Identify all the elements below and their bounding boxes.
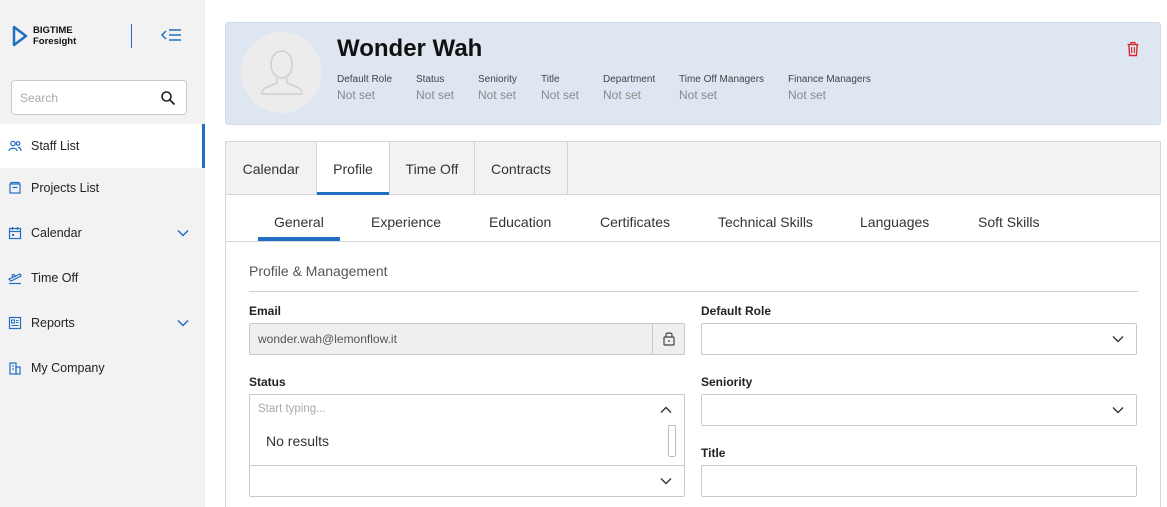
- profile-header: Wonder Wah Default Role Not set Status N…: [225, 22, 1161, 125]
- tab-calendar[interactable]: Calendar: [226, 142, 317, 195]
- no-results-message: No results: [266, 433, 330, 449]
- subtab-languages[interactable]: Languages: [860, 214, 929, 230]
- subtab-experience[interactable]: Experience: [371, 214, 441, 230]
- tab-contracts[interactable]: Contracts: [475, 142, 568, 195]
- people-icon: [8, 140, 22, 152]
- profile-content: General Experience Education Certificate…: [225, 195, 1161, 507]
- report-icon: [8, 316, 22, 330]
- meta-finance-managers: Finance Managers Not set: [788, 74, 871, 102]
- brand-logo[interactable]: BIGTIME Foresight: [12, 24, 76, 48]
- calendar-icon: [8, 227, 22, 240]
- collapse-menu-icon[interactable]: [160, 26, 182, 44]
- brand-line2: Foresight: [33, 36, 77, 47]
- section-title: Profile & Management: [249, 263, 388, 279]
- seniority-label: Seniority: [701, 375, 753, 389]
- meta-value: Not set: [416, 88, 455, 102]
- meta-seniority: Seniority Not set: [478, 74, 517, 102]
- lock-icon: [663, 332, 675, 346]
- meta-label: Status: [416, 74, 445, 85]
- seniority-select[interactable]: [701, 394, 1137, 426]
- building-icon: [9, 362, 21, 375]
- sidebar-item-label: Time Off: [31, 271, 79, 285]
- meta-time-off-managers: Time Off Managers Not set: [679, 74, 764, 102]
- meta-status: Status Not set: [416, 74, 454, 102]
- sidebar-item-label: Projects List: [31, 181, 100, 195]
- search-icon[interactable]: [160, 90, 176, 106]
- dropdown-scrollbar[interactable]: [668, 425, 676, 457]
- subtab-soft-skills[interactable]: Soft Skills: [978, 214, 1039, 230]
- title-input[interactable]: [701, 465, 1137, 497]
- logo-divider: [131, 24, 132, 48]
- status-label: Status: [249, 375, 286, 389]
- user-name: Wonder Wah: [337, 35, 483, 62]
- logo-icon: [12, 25, 28, 47]
- default-role-label: Default Role: [701, 304, 772, 318]
- chevron-down-icon: [1112, 336, 1124, 343]
- subtab-certificates[interactable]: Certificates: [600, 214, 670, 230]
- meta-label: Title: [541, 74, 560, 85]
- chevron-down-icon[interactable]: [177, 229, 189, 237]
- email-value: wonder.wah@lemonflow.it: [258, 332, 397, 346]
- status-dropdown: No results: [249, 394, 685, 466]
- chevron-down-icon: [660, 478, 672, 485]
- meta-value: Not set: [788, 88, 827, 102]
- main-tabs: Calendar Profile Time Off Contracts: [225, 141, 1161, 195]
- meta-default-role: Default Role Not set: [337, 74, 392, 102]
- subtab-technical-skills[interactable]: Technical Skills: [718, 214, 813, 230]
- title-label: Title: [701, 446, 726, 460]
- default-role-select[interactable]: [701, 323, 1137, 355]
- meta-label: Department: [603, 74, 656, 85]
- meta-value: Not set: [603, 88, 642, 102]
- meta-value: Not set: [541, 88, 580, 102]
- subtab-education[interactable]: Education: [489, 214, 551, 230]
- subtab-general[interactable]: General: [274, 214, 324, 230]
- plane-icon: [8, 273, 22, 285]
- sidebar-item-label: Reports: [31, 316, 75, 330]
- sidebar-item-label: Staff List: [31, 139, 80, 153]
- tab-time-off[interactable]: Time Off: [390, 142, 475, 195]
- active-subtab-indicator: [258, 237, 340, 241]
- search-box: [11, 80, 187, 115]
- sidebar: BIGTIME Foresight Staff List Proj: [0, 0, 205, 507]
- brand-line1: BIGTIME: [33, 25, 73, 36]
- meta-label: Seniority: [478, 74, 517, 85]
- trash-icon[interactable]: [1126, 41, 1140, 57]
- meta-label: Default Role: [337, 74, 393, 85]
- sidebar-item-my-company[interactable]: My Company: [0, 346, 205, 390]
- status-select[interactable]: [249, 465, 685, 497]
- meta-value: Not set: [337, 88, 376, 102]
- sidebar-item-staff-list[interactable]: Staff List: [0, 124, 205, 168]
- meta-value: Not set: [478, 88, 517, 102]
- sub-tabs: General Experience Education Certificate…: [226, 195, 1160, 242]
- meta-label: Finance Managers: [788, 74, 871, 85]
- sidebar-item-projects-list[interactable]: Projects List: [0, 166, 205, 210]
- meta-department: Department Not set: [603, 74, 655, 102]
- status-search-input[interactable]: [258, 403, 638, 415]
- lock-cell: [652, 324, 684, 354]
- user-placeholder-icon: [261, 50, 303, 95]
- sidebar-item-label: Calendar: [31, 226, 82, 240]
- email-field[interactable]: wonder.wah@lemonflow.it: [249, 323, 685, 355]
- meta-label: Time Off Managers: [679, 74, 765, 85]
- section-divider: [249, 291, 1138, 292]
- chevron-up-icon[interactable]: [660, 406, 672, 414]
- chevron-down-icon: [1112, 407, 1124, 414]
- sidebar-item-reports[interactable]: Reports: [0, 301, 205, 345]
- email-label: Email: [249, 304, 282, 318]
- folder-icon: [9, 181, 21, 194]
- sidebar-item-calendar[interactable]: Calendar: [0, 211, 205, 255]
- avatar[interactable]: [241, 32, 322, 113]
- chevron-down-icon[interactable]: [177, 319, 189, 327]
- meta-title: Title Not set: [541, 74, 579, 102]
- brand-name: BIGTIME Foresight: [33, 25, 76, 47]
- meta-value: Not set: [679, 88, 718, 102]
- tab-profile[interactable]: Profile: [317, 142, 390, 195]
- sidebar-item-time-off[interactable]: Time Off: [0, 256, 205, 300]
- sidebar-item-label: My Company: [31, 361, 105, 375]
- search-input[interactable]: [20, 89, 150, 107]
